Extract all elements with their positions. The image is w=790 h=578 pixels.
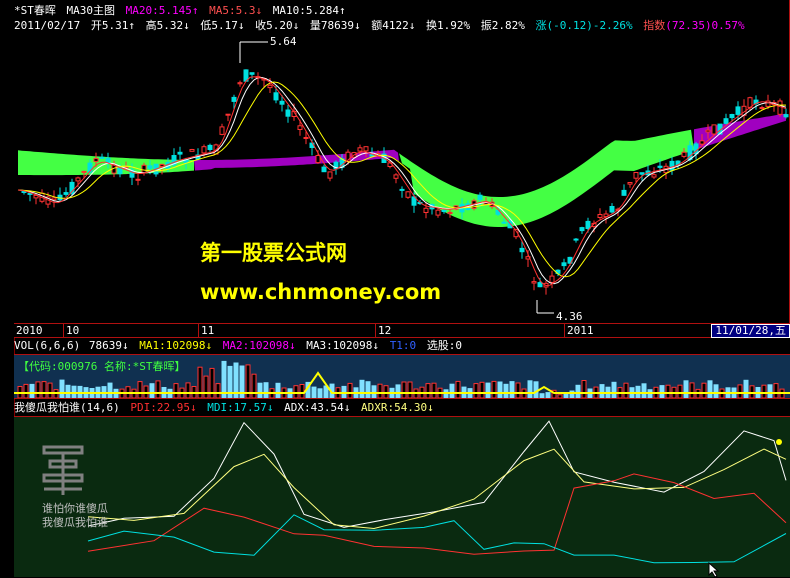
vol-t1: T1:0 <box>389 339 417 352</box>
low-value: 低5.17↓ <box>200 19 245 32</box>
main-header-row1: *ST春晖 MA30主图 MA20:5.145↑ MA5:5.3↓ MA10:5… <box>14 4 350 18</box>
high-marker-label: 5.64 <box>270 35 297 48</box>
amount-value: 额4122↓ <box>371 19 416 32</box>
indicator-panel[interactable]: 谁怕你谁傻瓜 我傻瓜我怕谁 <box>14 416 790 577</box>
mdi-value: MDI:17.57↓ <box>207 401 274 414</box>
volume-header: VOL(6,6,6) 78639↓ MA1:102098↓ MA2:102098… <box>14 339 466 353</box>
main-chart-panel[interactable]: 5.64 4.36 *ST春晖 MA30主图 MA20:5.145↑ MA5:5… <box>14 0 790 323</box>
time-tick-2011: 2011 <box>564 324 594 338</box>
time-tick-2010: 2010 <box>16 324 43 337</box>
open-value: 开5.31↑ <box>90 19 135 32</box>
watermark-url: www.chnmoney.com <box>200 280 442 304</box>
indicator-title[interactable]: 我傻瓜我怕谁(14,6) <box>14 401 120 414</box>
low-marker-label: 4.36 <box>556 310 583 323</box>
left-axis-strip <box>0 0 15 577</box>
adx-value: ADX:43.54↓ <box>284 401 351 414</box>
indicator-header: 我傻瓜我怕谁(14,6) PDI:22.95↓ MDI:17.57↓ ADX:4… <box>14 401 438 415</box>
ma5-value: MA5:5.3↓ <box>209 4 263 17</box>
logo-icon <box>42 445 84 495</box>
vol-xuangu: 选股:0 <box>426 339 463 352</box>
vol-ma2: MA2:102098↓ <box>222 339 296 352</box>
moving-average-lines <box>17 76 787 287</box>
price-chart-svg[interactable]: 5.64 4.36 <box>14 0 790 323</box>
dmi-lines <box>87 420 787 564</box>
vol-ma3: MA3:102098↓ <box>306 339 380 352</box>
vol-value: 78639↓ <box>88 339 129 352</box>
logo-text-2: 我傻瓜我怕谁 <box>42 516 108 529</box>
ma10-value: MA10:5.284↑ <box>272 4 346 17</box>
date-value: 2011/02/17 <box>14 19 81 32</box>
amplitude-value: 振2.82% <box>480 19 525 32</box>
watermark-title: 第一股票公式网 <box>200 241 347 265</box>
ma20-value: MA20:5.145↑ <box>125 4 199 17</box>
adxr-value: ADXR:54.30↓ <box>360 401 434 414</box>
change-value: 涨(-0.12)-2.26% <box>535 19 633 32</box>
vol-label[interactable]: VOL(6,6,6) <box>14 339 80 352</box>
dmi-svg <box>42 420 787 564</box>
pdi-value: PDI:22.95↓ <box>130 401 197 414</box>
mouse-cursor-icon <box>708 562 720 577</box>
main-header-row2: 2011/02/17 开5.31↑ 高5.32↓ 低5.17↓ 收5.20↓ 量… <box>14 19 749 33</box>
index-label: 指数 <box>643 19 666 32</box>
time-tick-12: 12 <box>375 324 391 338</box>
close-value: 收5.20↓ <box>255 19 300 32</box>
indicator-name[interactable]: MA30主图 <box>67 4 116 17</box>
time-axis: 2010 10 11 12 2011 11/01/28,五 <box>14 323 790 338</box>
time-tick-11: 11 <box>198 324 214 338</box>
turnover-value: 换1.92% <box>425 19 471 32</box>
current-date-box: 11/01/28,五 <box>711 324 790 338</box>
vol-ma1: MA1:102098↓ <box>139 339 213 352</box>
volume-value: 量78639↓ <box>309 19 361 32</box>
stock-label: *ST春晖 <box>14 4 56 17</box>
index-value: (72.35)0.57% <box>665 19 745 32</box>
volume-panel[interactable]: 【代码:000976 名称:*ST春晖】 <box>14 354 790 399</box>
time-tick-10: 10 <box>63 324 79 338</box>
vol-code-name: 【代码:000976 名称:*ST春晖】 <box>18 360 186 373</box>
high-value: 高5.32↓ <box>145 19 190 32</box>
